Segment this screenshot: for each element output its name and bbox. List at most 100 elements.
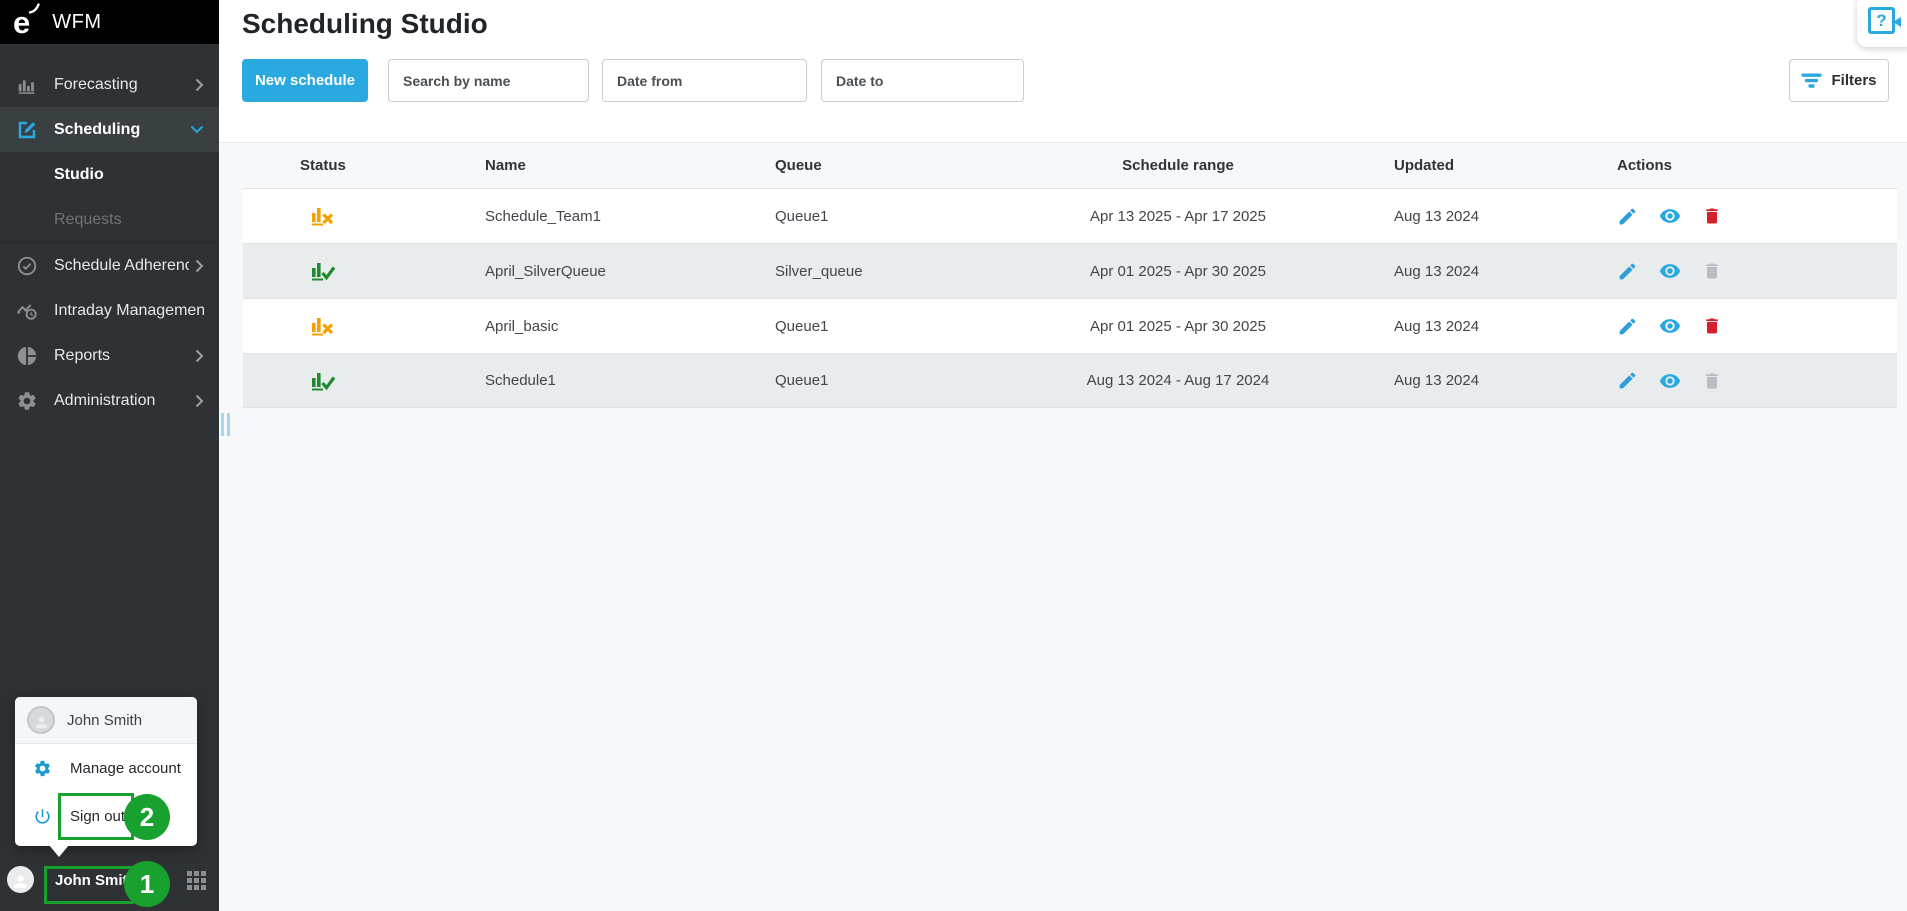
- view-eye-icon[interactable]: [1657, 205, 1683, 227]
- column-schedule-range: Schedule range: [1122, 157, 1234, 174]
- topbar: Scheduling Studio New schedule Filters ?: [219, 0, 1907, 143]
- user-menu-name: John Smith: [67, 711, 143, 729]
- edit-pencil-icon[interactable]: [1617, 261, 1638, 282]
- user-menu-header: John Smith: [15, 697, 197, 744]
- table-row[interactable]: Schedule_Team1 Queue1 Apr 13 2025 - Apr …: [243, 188, 1897, 243]
- user-name[interactable]: John Smith: [55, 872, 137, 889]
- chevron-right-icon: [195, 349, 204, 363]
- sidebar-header: e WFM: [0, 0, 219, 44]
- trend-clock-icon: [0, 300, 54, 322]
- table-row[interactable]: April_basic Queue1 Apr 01 2025 - Apr 30 …: [243, 298, 1897, 353]
- sidebar-item-reports[interactable]: Reports: [0, 333, 219, 378]
- schedule-queue: Queue1: [775, 317, 829, 335]
- new-schedule-button[interactable]: New schedule: [242, 59, 368, 102]
- logo-accent-icon: [29, 2, 40, 14]
- actions-cell: [1617, 260, 1897, 282]
- status-success-icon: [310, 369, 336, 393]
- schedule-range: Apr 01 2025 - Apr 30 2025: [1090, 262, 1266, 280]
- status-cell: [300, 369, 485, 393]
- edit-pencil-icon[interactable]: [1617, 316, 1638, 337]
- sidebar-item-intraday-management[interactable]: Intraday Management: [0, 288, 219, 333]
- pie-chart-icon: [0, 345, 54, 367]
- popup-tail: [49, 845, 69, 857]
- schedule-queue: Queue1: [775, 372, 829, 389]
- sidebar-item-forecasting[interactable]: Forecasting: [0, 62, 219, 107]
- user-avatar[interactable]: [7, 866, 34, 893]
- bar-chart-icon: [0, 74, 54, 96]
- schedules-table: Status Name Queue Schedule range Updated…: [243, 143, 1897, 408]
- status-cell: [300, 314, 485, 338]
- manage-account-item[interactable]: Manage account: [15, 744, 197, 792]
- schedule-name: Schedule1: [485, 372, 556, 389]
- sidebar-item-requests[interactable]: Requests: [0, 197, 219, 242]
- schedule-range: Aug 13 2024 - Aug 17 2024: [1086, 372, 1270, 389]
- scheduling-subgroup: Studio Requests: [0, 152, 219, 243]
- edit-pencil-icon[interactable]: [1617, 370, 1638, 391]
- table-row[interactable]: Schedule1 Queue1 Aug 13 2024 - Aug 17 20…: [243, 353, 1897, 408]
- brand-logo-icon: e: [13, 2, 40, 38]
- schedule-name: April_basic: [485, 317, 559, 335]
- schedule-name: Schedule_Team1: [485, 207, 601, 225]
- column-actions: Actions: [1617, 157, 1673, 174]
- power-icon: [32, 807, 52, 826]
- schedule-updated: Aug 13 2024: [1394, 372, 1480, 389]
- edit-pencil-icon[interactable]: [1617, 206, 1638, 227]
- schedule-range: Apr 01 2025 - Apr 30 2025: [1090, 317, 1266, 335]
- user-menu-popup: John Smith Manage account Sign out: [15, 697, 197, 857]
- chevron-right-icon: [195, 259, 204, 273]
- sidebar-item-scheduling[interactable]: Scheduling: [0, 107, 219, 152]
- sidebar-resize-handle[interactable]: [221, 413, 230, 436]
- date-to-input[interactable]: [821, 59, 1024, 102]
- status-cell: [300, 204, 485, 228]
- actions-cell: [1617, 370, 1897, 392]
- help-card: ?: [1857, 0, 1907, 47]
- schedule-updated: Aug 13 2024: [1394, 207, 1480, 225]
- trash-icon[interactable]: [1702, 315, 1722, 337]
- sidebar-item-administration[interactable]: Administration: [0, 378, 219, 423]
- actions-cell: [1617, 315, 1897, 337]
- schedule-queue: Silver_queue: [775, 262, 863, 280]
- table-header: Status Name Queue Schedule range Updated…: [243, 143, 1897, 188]
- sidebar-nav: Forecasting Scheduling Studio Requests S…: [0, 44, 219, 423]
- table-row[interactable]: April_SilverQueue Silver_queue Apr 01 20…: [243, 243, 1897, 298]
- schedule-range: Apr 13 2025 - Apr 17 2025: [1090, 207, 1266, 225]
- gear-icon: [0, 390, 54, 412]
- sign-out-item[interactable]: Sign out: [15, 792, 197, 840]
- view-eye-icon[interactable]: [1657, 370, 1683, 392]
- column-queue: Queue: [775, 157, 822, 174]
- column-name: Name: [485, 157, 526, 174]
- sidebar-item-schedule-adherence[interactable]: Schedule Adherence: [0, 243, 219, 288]
- status-success-icon: [310, 259, 336, 283]
- schedule-queue: Queue1: [775, 207, 829, 225]
- filters-button[interactable]: Filters: [1789, 59, 1889, 102]
- schedule-updated: Aug 13 2024: [1394, 262, 1480, 280]
- schedule-updated: Aug 13 2024: [1394, 317, 1480, 335]
- date-from-input[interactable]: [602, 59, 807, 102]
- page-title: Scheduling Studio: [242, 8, 488, 39]
- schedule-name: April_SilverQueue: [485, 262, 606, 280]
- trash-icon[interactable]: [1702, 260, 1722, 282]
- sidebar-item-studio[interactable]: Studio: [0, 152, 219, 197]
- trash-icon[interactable]: [1702, 205, 1722, 227]
- check-circle-icon: [0, 255, 54, 277]
- status-failed-icon: [310, 314, 336, 338]
- actions-cell: [1617, 205, 1897, 227]
- column-status: Status: [300, 157, 346, 174]
- column-updated: Updated: [1394, 157, 1454, 174]
- main-content: Scheduling Studio New schedule Filters ?…: [219, 0, 1907, 911]
- chevron-right-icon: [195, 78, 204, 92]
- status-cell: [300, 259, 485, 283]
- apps-grid-icon[interactable]: [186, 870, 207, 896]
- view-eye-icon[interactable]: [1657, 315, 1683, 337]
- app-name: WFM: [52, 10, 102, 33]
- gear-icon: [32, 759, 52, 778]
- trash-icon[interactable]: [1702, 370, 1722, 392]
- help-icon[interactable]: ?: [1868, 7, 1901, 34]
- bottom-user-bar: John Smith: [0, 853, 219, 911]
- table-body: Schedule_Team1 Queue1 Apr 13 2025 - Apr …: [243, 188, 1897, 408]
- avatar: [27, 706, 55, 734]
- view-eye-icon[interactable]: [1657, 260, 1683, 282]
- search-input[interactable]: [388, 59, 589, 102]
- edit-square-icon: [0, 119, 54, 141]
- status-failed-icon: [310, 204, 336, 228]
